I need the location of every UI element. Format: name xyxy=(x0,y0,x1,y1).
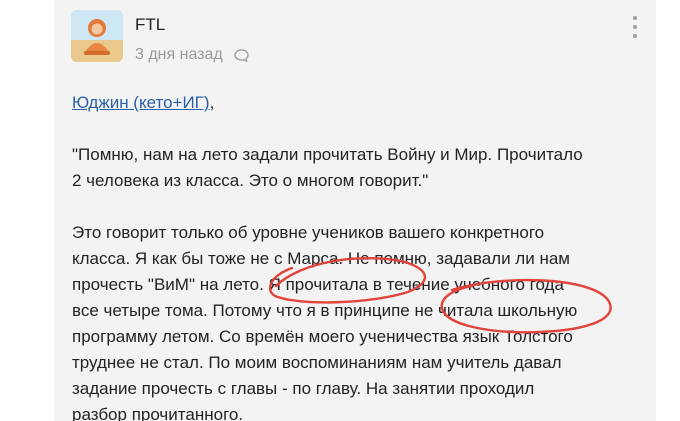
reply-line: программу летом. Со времён моего учениче… xyxy=(72,327,573,346)
comment-card: FTL 3 дня назад Юджин (кето+ИГ), "Помню,… xyxy=(54,0,656,421)
avatar[interactable] xyxy=(71,10,123,62)
quote-line: "Помню, нам на лето задали прочитать Вой… xyxy=(72,145,583,164)
timestamp: 3 дня назад xyxy=(135,46,223,63)
reply-line: разбор прочитанного. xyxy=(72,405,244,421)
mention-suffix: , xyxy=(209,93,215,112)
reply-line: задание прочесть с главы - по главу. На … xyxy=(72,379,535,398)
vertical-dots-icon[interactable] xyxy=(633,16,639,38)
reply-line: класса. Я как бы тоже не с Марса. Не пом… xyxy=(72,249,570,268)
user-mention-link[interactable]: Юджин (кето+ИГ) xyxy=(72,93,210,112)
reply-line: Это говорит только об уровне учеников ва… xyxy=(72,223,545,242)
reply-line: труднее не стал. По моим воспоминаниям н… xyxy=(72,353,562,372)
comment-body: Юджин (кето+ИГ), "Помню, нам на лето зад… xyxy=(72,90,642,421)
mention-line: Юджин (кето+ИГ), xyxy=(72,90,642,116)
comment-meta: 3 дня назад xyxy=(135,46,250,64)
reply-line: все четыре тома. Потому что я в принципе… xyxy=(72,301,578,320)
avatar-image xyxy=(71,10,123,62)
reply-line: прочесть "ВиМ" на лето. Я прочитала в те… xyxy=(72,275,564,294)
quote-line: 2 человека из класса. Это о многом говор… xyxy=(72,171,429,190)
speech-bubble-icon[interactable] xyxy=(233,48,250,63)
author-name[interactable]: FTL xyxy=(135,15,165,35)
